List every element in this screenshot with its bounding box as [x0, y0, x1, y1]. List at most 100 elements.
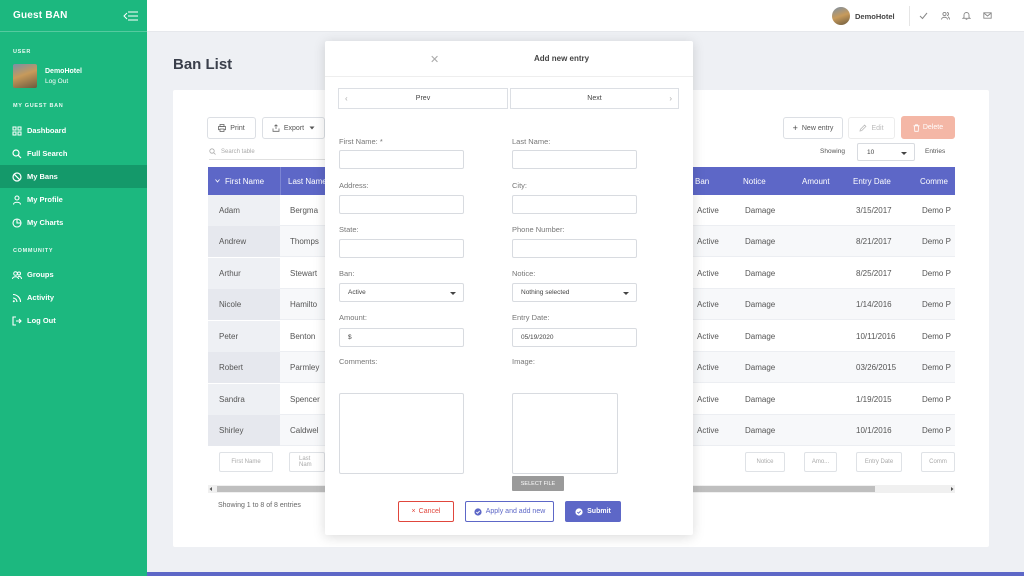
app-title: Guest BAN	[13, 10, 68, 21]
ban-select[interactable]: Active	[339, 283, 464, 302]
phone-field[interactable]	[512, 239, 637, 258]
amount-label: Amount:	[339, 313, 367, 322]
comments-label: Comments:	[339, 357, 378, 366]
column-header-amount[interactable]: Amount	[802, 167, 830, 195]
column-header-first-name[interactable]: First Name	[215, 167, 264, 195]
select-file-button[interactable]: SELECT FILE	[512, 476, 564, 491]
address-label: Address:	[339, 181, 369, 190]
sidebar-item-log-out[interactable]: Log Out	[0, 309, 147, 332]
sidebar-item-label: Groups	[27, 270, 54, 279]
city-field[interactable]	[512, 195, 637, 214]
first-name-field[interactable]	[339, 150, 464, 169]
export-icon	[272, 124, 280, 132]
section-my-guest-ban: MY GUEST BAN	[13, 103, 64, 109]
search-icon	[12, 148, 22, 159]
export-button[interactable]: Export	[262, 117, 325, 139]
trash-icon	[913, 123, 920, 132]
sidebar-item-my-bans[interactable]: My Bans	[0, 165, 147, 188]
export-label: Export	[283, 124, 305, 132]
column-header-notice[interactable]: Notice	[743, 167, 766, 195]
filter-comments[interactable]: Comm	[921, 452, 955, 472]
entries-select[interactable]: 10	[857, 143, 915, 161]
state-field[interactable]	[339, 239, 464, 258]
notice-label: Notice:	[512, 269, 536, 278]
column-header-ban[interactable]: Ban	[695, 167, 709, 195]
new-entry-button[interactable]: + New entry	[783, 117, 843, 139]
sidebar: Guest BAN USER DemoHotel Log Out MY GUES…	[0, 0, 147, 576]
sidebar-item-dashboard[interactable]: Dashboard	[0, 119, 147, 142]
chevron-left-icon: ‹	[345, 94, 348, 103]
state-label: State:	[339, 225, 359, 234]
chart-icon	[12, 217, 22, 228]
column-header-last-name[interactable]: Last Name	[288, 167, 327, 195]
sidebar-item-full-search[interactable]: Full Search	[0, 142, 147, 165]
delete-button[interactable]: Delete	[901, 116, 955, 139]
avatar[interactable]	[13, 64, 37, 88]
sidebar-item-my-charts[interactable]: My Charts	[0, 211, 147, 234]
print-label: Print	[230, 124, 245, 132]
sidebar-item-label: Dashboard	[27, 126, 67, 135]
modal-header: ✕ Add new entry	[325, 41, 693, 77]
last-name-label: Last Name:	[512, 137, 551, 146]
add-entry-modal: ✕ Add new entry ‹ Prev Next › First Name…	[325, 41, 693, 535]
sidebar-item-label: Log Out	[27, 316, 56, 325]
notice-select[interactable]: Nothing selected	[512, 283, 637, 302]
users-icon[interactable]	[941, 11, 950, 20]
check-icon[interactable]	[919, 11, 928, 20]
filter-entry-date[interactable]: Entry Date	[856, 452, 902, 472]
sidebar-item-label: My Profile	[27, 195, 63, 204]
filter-amount[interactable]: Amo...	[804, 452, 837, 472]
footer-accent-bar	[147, 572, 1024, 576]
sidebar-item-groups[interactable]: Groups	[0, 263, 147, 286]
caret-down-icon	[309, 126, 315, 130]
check-circle-icon	[575, 507, 583, 516]
amount-field[interactable]: $	[339, 328, 464, 347]
modal-title: Add new entry	[534, 54, 590, 63]
search-input[interactable]: Search table	[209, 144, 329, 160]
sidebar-item-activity[interactable]: Activity	[0, 286, 147, 309]
entry-date-field[interactable]: 05/19/2020	[512, 328, 637, 347]
print-button[interactable]: Print	[207, 117, 256, 139]
prev-button[interactable]: ‹ Prev	[338, 88, 508, 109]
pencil-icon	[859, 124, 867, 132]
address-field[interactable]	[339, 195, 464, 214]
last-name-field[interactable]	[512, 150, 637, 169]
section-community: COMMUNITY	[13, 248, 54, 254]
sort-caret-icon	[215, 179, 220, 183]
filter-notice[interactable]: Notice	[745, 452, 785, 472]
grid-icon	[12, 126, 22, 136]
close-icon[interactable]: ✕	[430, 53, 439, 66]
menu-toggle-icon[interactable]	[123, 11, 139, 21]
delete-label: Delete	[922, 124, 944, 131]
column-header-comments[interactable]: Comme	[920, 167, 948, 195]
avatar	[832, 7, 850, 25]
city-label: City:	[512, 181, 527, 190]
topbar: DemoHotel	[147, 0, 1024, 32]
topbar-user[interactable]: DemoHotel	[832, 7, 895, 25]
scroll-right-icon[interactable]	[950, 487, 954, 491]
ban-label: Ban:	[339, 269, 355, 278]
topbar-user-name: DemoHotel	[855, 11, 895, 21]
sidebar-user-logout[interactable]: Log Out	[45, 78, 82, 85]
mail-icon[interactable]	[983, 11, 992, 20]
entries-label: Entries	[925, 148, 946, 155]
scroll-left-icon[interactable]	[209, 487, 213, 491]
apply-and-add-new-button[interactable]: Apply and add new	[465, 501, 554, 522]
edit-button[interactable]: Edit	[848, 117, 895, 139]
filter-first-name[interactable]: First Name	[219, 452, 273, 472]
bell-icon[interactable]	[962, 11, 971, 20]
logout-icon	[12, 315, 22, 326]
submit-button[interactable]: Submit	[565, 501, 621, 522]
table-info: Showing 1 to 8 of 8 entries	[218, 502, 301, 509]
cancel-button[interactable]: × Cancel	[398, 501, 454, 522]
printer-icon	[218, 124, 227, 132]
section-user: USER	[13, 49, 32, 55]
sidebar-user-name: DemoHotel	[45, 67, 82, 75]
filter-last-name[interactable]: Last Nam	[289, 452, 325, 472]
page-title: Ban List	[173, 56, 233, 73]
next-button[interactable]: Next ›	[510, 88, 679, 109]
sidebar-item-my-profile[interactable]: My Profile	[0, 188, 147, 211]
comments-textarea[interactable]	[339, 393, 464, 474]
column-header-entry-date[interactable]: Entry Date	[853, 167, 891, 195]
close-icon: ×	[411, 508, 416, 515]
